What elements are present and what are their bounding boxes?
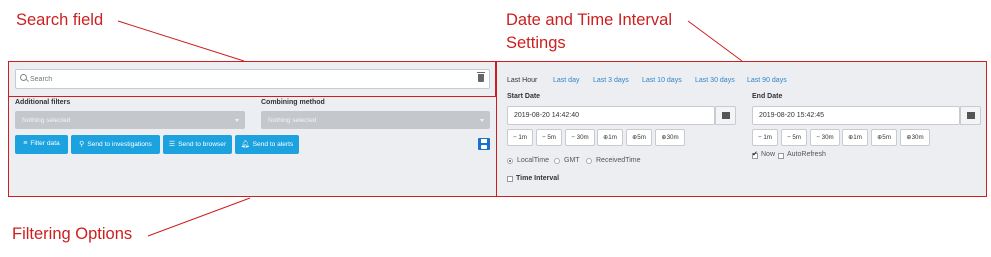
send-to-browser-button[interactable]: ☰ Send to browser (163, 135, 232, 154)
tab-last-hour[interactable]: Last Hour (507, 77, 537, 84)
search-icon (20, 74, 27, 81)
tab-last-90-days[interactable]: Last 90 days (747, 77, 787, 84)
end-minus-1m-button[interactable]: − 1m (752, 129, 778, 146)
leader-line-search (117, 20, 245, 62)
list-icon: ☰ (168, 141, 176, 148)
start-minus-1m-button[interactable]: − 1m (507, 129, 533, 146)
time-interval-label: Time Interval (516, 175, 560, 182)
start-minus-30m-button[interactable]: − 30m (565, 129, 595, 146)
radio-gmt[interactable] (554, 158, 560, 164)
tab-last-day[interactable]: Last day (553, 77, 579, 84)
additional-filters-select[interactable]: Nothing selected (15, 111, 245, 129)
calendar-icon[interactable] (715, 106, 736, 125)
tab-last-3-days[interactable]: Last 3 days (593, 77, 629, 84)
autorefresh-checkbox[interactable] (778, 153, 784, 159)
start-minus-5m-button[interactable]: − 5m (536, 129, 562, 146)
combining-method-value: Nothing selected (268, 117, 317, 124)
start-plus-30m-button[interactable]: ⊕30m (655, 129, 685, 146)
end-plus-5m-button[interactable]: ⊕5m (871, 129, 897, 146)
start-date-label: Start Date (507, 93, 541, 100)
database-icon: ≡ (23, 140, 28, 147)
send-to-investigations-button[interactable]: ⚲ Send to investigations (71, 135, 160, 154)
radio-receivedtime[interactable] (586, 158, 592, 164)
leader-line-filtering (147, 197, 251, 237)
chevron-down-icon (480, 119, 484, 122)
send-to-alerts-button[interactable]: 🔔︎ Send to alerts (235, 135, 299, 154)
start-plus-5m-button[interactable]: ⊕5m (626, 129, 652, 146)
time-interval-checkbox[interactable] (507, 176, 513, 182)
search-icon: ⚲ (79, 141, 85, 148)
end-minus-30m-button[interactable]: − 30m (810, 129, 840, 146)
combining-method-label: Combining method (261, 99, 325, 106)
end-minus-5m-button[interactable]: − 5m (781, 129, 807, 146)
chevron-down-icon (235, 119, 239, 122)
panel-divider (496, 61, 497, 197)
save-icon[interactable] (478, 138, 490, 150)
now-label: Now (761, 151, 776, 158)
trash-icon[interactable] (477, 72, 485, 82)
end-date-input[interactable]: 2019-08-20 15:42:45 (752, 106, 960, 125)
leader-line-datetime (687, 20, 743, 62)
radio-localtime-label: LocalTime (517, 157, 550, 164)
now-checkbox[interactable] (752, 150, 758, 159)
radio-gmt-label: GMT (564, 157, 580, 164)
start-date-input[interactable]: 2019-08-20 14:42:40 (507, 106, 715, 125)
additional-filters-label: Additional filters (15, 99, 71, 106)
bell-icon: 🔔︎ (240, 141, 250, 148)
filter-data-button[interactable]: ≡ Filter data (15, 135, 68, 154)
end-plus-30m-button[interactable]: ⊕30m (900, 129, 930, 146)
search-input[interactable] (30, 72, 470, 86)
tab-last-10-days[interactable]: Last 10 days (642, 77, 682, 84)
end-plus-1m-button[interactable]: ⊕1m (842, 129, 868, 146)
additional-filters-value: Nothing selected (22, 117, 71, 124)
end-date-label: End Date (752, 93, 783, 100)
radio-localtime[interactable] (507, 158, 513, 164)
calendar-icon[interactable] (960, 106, 981, 125)
start-plus-1m-button[interactable]: ⊕1m (597, 129, 623, 146)
search-field[interactable] (15, 69, 490, 89)
tab-last-30-days[interactable]: Last 30 days (695, 77, 735, 84)
combining-method-select[interactable]: Nothing selected (261, 111, 490, 129)
radio-receivedtime-label: ReceivedTime (596, 157, 641, 164)
autorefresh-label: AutoRefresh (787, 151, 826, 158)
